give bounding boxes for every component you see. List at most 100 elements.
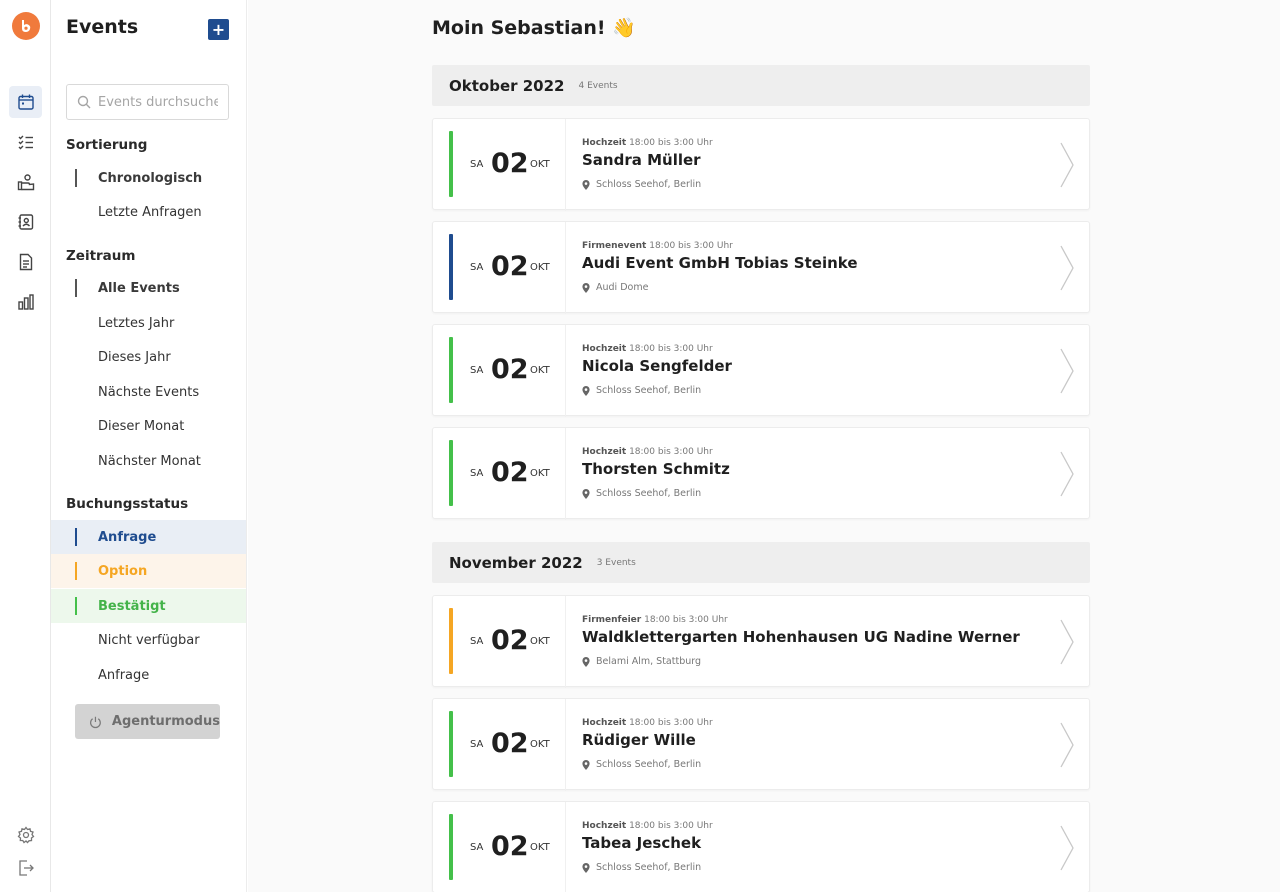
range-all-events[interactable]: Alle Events [51, 271, 246, 305]
sort-chronological[interactable]: Chronologisch [51, 161, 246, 195]
status-stripe [449, 131, 453, 197]
logo[interactable] [12, 12, 40, 40]
status-bestaetigt[interactable]: Bestätigt [51, 589, 246, 623]
status-section-label: Buchungsstatus [66, 496, 189, 512]
event-card[interactable]: SA 02 OKT Hochzeit 18:00 bis 3:00 Uhr Rüdige… [432, 698, 1090, 791]
event-card[interactable]: SA 02 OKT Firmenfeier 18:00 bis 3:00 Uhr Wal… [432, 595, 1090, 688]
month-event-count: 4 Events [578, 80, 618, 91]
nav-documents[interactable] [9, 246, 42, 278]
search-box [66, 84, 229, 120]
location-pin-icon [582, 862, 590, 873]
agent-mode-button[interactable]: Agenturmodus [75, 704, 220, 739]
event-day: 02 [491, 148, 529, 179]
event-name: Nicola Sengfelder [582, 357, 732, 375]
sort-latest-requests[interactable]: Letzte Anfragen [51, 195, 246, 229]
status-item-label: Bestätigt [98, 598, 166, 614]
nav-events[interactable] [9, 86, 42, 118]
event-card[interactable]: SA 02 OKT Hochzeit 18:00 bis 3:00 Uhr Nicola… [432, 324, 1090, 417]
status-stripe [449, 608, 453, 674]
event-card[interactable]: SA 02 OKT Firmenevent 18:00 bis 3:00 Uhr Aud… [432, 221, 1090, 314]
event-location-text: Schloss Seehof, Berlin [596, 862, 702, 873]
chevron-right-icon[interactable] [1059, 244, 1075, 292]
chevron-right-icon[interactable] [1059, 141, 1075, 189]
card-divider [565, 428, 566, 520]
status-stripe [449, 814, 453, 880]
nav-statistics[interactable] [9, 286, 42, 318]
sort-item-label: Letzte Anfragen [98, 204, 202, 220]
chevron-right-icon[interactable] [1059, 824, 1075, 872]
event-month: OKT [530, 365, 550, 376]
card-divider [565, 325, 566, 417]
status-item-label: Nicht verfügbar [98, 632, 200, 648]
event-time: 18:00 bis 3:00 Uhr [644, 615, 728, 625]
range-last-year[interactable]: Letztes Jahr [51, 306, 246, 340]
status-indicator [75, 528, 77, 546]
event-weekday: SA [470, 365, 484, 376]
location-pin-icon [582, 759, 590, 770]
card-divider [565, 119, 566, 211]
event-month: OKT [530, 842, 550, 853]
chevron-right-icon[interactable] [1059, 347, 1075, 395]
card-divider [565, 222, 566, 314]
event-type: Hochzeit [582, 344, 627, 354]
sort-item-label: Chronologisch [98, 170, 203, 186]
event-meta: Hochzeit 18:00 bis 3:00 Uhr [582, 447, 713, 457]
event-card[interactable]: SA 02 OKT Hochzeit 18:00 bis 3:00 Uhr Tabea … [432, 801, 1090, 892]
location-pin-icon [582, 488, 590, 499]
range-next-events[interactable]: Nächste Events [51, 375, 246, 409]
event-location: Audi Dome [582, 282, 648, 293]
range-next-month[interactable]: Nächster Monat [51, 444, 246, 478]
event-location-text: Schloss Seehof, Berlin [596, 488, 702, 499]
status-stripe [449, 440, 453, 506]
event-day: 02 [491, 457, 529, 488]
event-type: Hochzeit [582, 718, 627, 728]
event-location-text: Audi Dome [596, 282, 649, 293]
chevron-right-icon[interactable] [1059, 618, 1075, 666]
event-location-text: Schloss Seehof, Berlin [596, 385, 702, 396]
event-card[interactable]: SA 02 OKT Hochzeit 18:00 bis 3:00 Uhr Sandra… [432, 118, 1090, 211]
nav-offers[interactable] [9, 166, 42, 198]
add-event-button[interactable]: + [208, 19, 229, 40]
card-divider [565, 802, 566, 892]
event-time: 18:00 bis 3:00 Uhr [629, 821, 713, 831]
search-input[interactable] [98, 94, 218, 110]
month-title: Oktober 2022 [449, 76, 565, 95]
month-header: Oktober 2022 4 Events [432, 65, 1090, 106]
chevron-right-icon[interactable] [1059, 721, 1075, 769]
status-anfrage[interactable]: Anfrage [51, 520, 246, 554]
sort-section-label: Sortierung [66, 137, 148, 153]
status-option[interactable]: Option [51, 554, 246, 588]
contacts-book-icon [18, 214, 33, 230]
status-indicator [75, 597, 77, 615]
range-item-label: Letztes Jahr [98, 315, 175, 331]
status-stripe [449, 711, 453, 777]
event-location: Schloss Seehof, Berlin [582, 385, 701, 396]
events-sidebar: Events + Sortierung Chronologisch Letzte… [51, 0, 247, 892]
status-anfrage-2[interactable]: Anfrage [51, 658, 246, 692]
event-location: Schloss Seehof, Berlin [582, 179, 701, 190]
event-name: Thorsten Schmitz [582, 460, 730, 478]
range-this-month[interactable]: Dieser Monat [51, 409, 246, 443]
chevron-right-icon[interactable] [1059, 450, 1075, 498]
location-pin-icon [582, 385, 590, 396]
event-weekday: SA [470, 159, 484, 170]
event-weekday: SA [470, 636, 484, 647]
event-name: Waldklettergarten Hohenhausen UG Nadine … [582, 628, 1020, 646]
status-nicht-verfuegbar[interactable]: Nicht verfügbar [51, 623, 246, 657]
location-pin-icon [582, 656, 590, 667]
bar-chart-icon [17, 294, 34, 310]
nav-tasks[interactable] [9, 126, 42, 158]
agent-mode-label: Agenturmodus [111, 714, 220, 729]
event-card[interactable]: SA 02 OKT Hochzeit 18:00 bis 3:00 Uhr Thorst… [432, 427, 1090, 520]
nav-settings[interactable] [9, 819, 42, 851]
calendar-icon [17, 94, 34, 110]
document-icon [19, 253, 32, 271]
event-meta: Hochzeit 18:00 bis 3:00 Uhr [582, 138, 713, 148]
range-this-year[interactable]: Dieses Jahr [51, 340, 246, 374]
nav-contacts[interactable] [9, 206, 42, 238]
event-month: OKT [530, 636, 550, 647]
event-location: Belami Alm, Stattburg [582, 656, 701, 667]
nav-logout[interactable] [9, 852, 42, 884]
event-weekday: SA [470, 262, 484, 273]
event-meta: Hochzeit 18:00 bis 3:00 Uhr [582, 344, 713, 354]
